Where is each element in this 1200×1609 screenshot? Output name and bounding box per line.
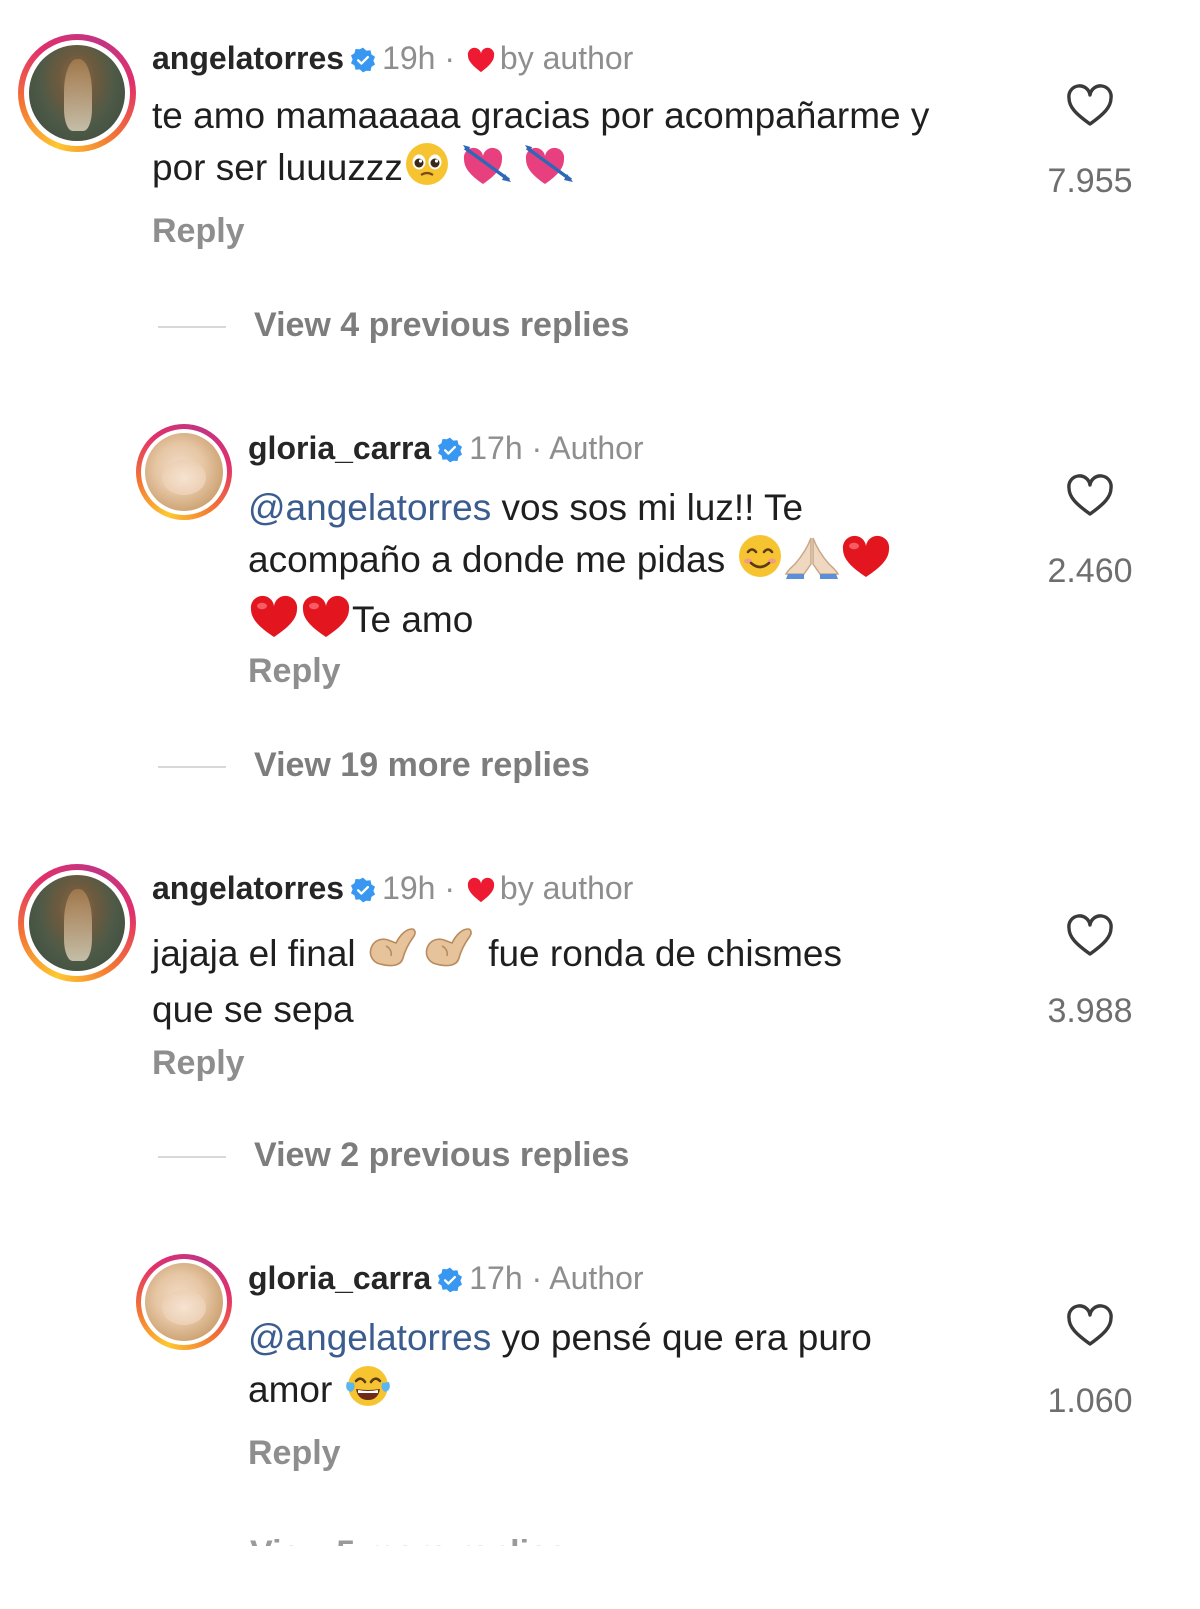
smiling-face-emoji <box>736 532 784 592</box>
liked-by-author-label: by author <box>499 40 634 76</box>
face-with-tears-of-joy-emoji <box>343 1362 393 1422</box>
pinching-hand-emoji <box>366 924 422 986</box>
liked-by-author-label: by author <box>499 870 634 906</box>
comment-text: @angelatorres vos sos mi luz!! Te acompa… <box>248 484 1008 652</box>
avatar[interactable] <box>18 864 136 982</box>
comment-text: te amo mamaaaaa gracias por acompañarme … <box>152 92 992 200</box>
heart-outline-icon[interactable] <box>1066 1304 1114 1348</box>
mention-link[interactable]: @angelatorres <box>248 1317 491 1358</box>
username[interactable]: gloria_carra <box>248 1260 431 1296</box>
username[interactable]: angelatorres <box>152 870 344 906</box>
view-replies-button[interactable]: View 4 previous replies <box>158 306 629 345</box>
reply-button[interactable]: Reply <box>248 652 341 691</box>
heart-with-arrow-emoji <box>461 140 513 200</box>
avatar[interactable] <box>136 424 232 520</box>
verified-badge-icon <box>438 437 463 463</box>
avatar[interactable] <box>18 34 136 152</box>
like-count: 7.955 <box>1047 162 1133 200</box>
pinching-hand-emoji <box>422 924 478 986</box>
like-button[interactable]: 1.060 <box>1030 1304 1150 1421</box>
folded-hands-emoji <box>784 532 840 592</box>
username[interactable]: gloria_carra <box>248 430 431 466</box>
heart-with-arrow-emoji <box>523 140 575 200</box>
comment-text: @angelatorres yo pensé que era puro amor <box>248 1314 1008 1422</box>
mention-link[interactable]: @angelatorres <box>248 487 491 528</box>
view-replies-button[interactable]: View 2 previous replies <box>158 1136 629 1175</box>
divider <box>158 1156 226 1159</box>
timestamp: 19h <box>382 40 436 76</box>
red-heart-icon <box>467 47 495 73</box>
username[interactable]: angelatorres <box>152 40 344 76</box>
separator: · <box>435 40 464 76</box>
red-heart-icon <box>467 877 495 903</box>
author-badge: Author <box>549 430 644 466</box>
like-count: 3.988 <box>1047 992 1133 1030</box>
verified-badge-icon <box>438 1267 463 1293</box>
heart-outline-icon[interactable] <box>1066 914 1114 958</box>
heart-outline-icon[interactable] <box>1066 474 1114 518</box>
separator: · <box>522 1260 550 1296</box>
pleading-face-emoji <box>403 140 451 200</box>
view-replies-button[interactable]: View 19 more replies <box>158 746 590 785</box>
separator: · <box>522 430 550 466</box>
author-badge: Author <box>549 1260 644 1296</box>
separator: · <box>435 870 464 906</box>
view-replies-button-cut-off[interactable]: View 5 more replies <box>250 1530 567 1546</box>
divider <box>158 766 226 769</box>
like-button[interactable]: 7.955 <box>1030 84 1150 201</box>
timestamp: 17h <box>469 1260 523 1296</box>
like-button[interactable]: 2.460 <box>1030 474 1150 591</box>
like-count: 2.460 <box>1047 552 1133 590</box>
like-count: 1.060 <box>1047 1382 1133 1420</box>
reply-button[interactable]: Reply <box>248 1434 341 1473</box>
divider <box>158 326 226 329</box>
red-heart-emoji <box>300 592 352 652</box>
reply-button[interactable]: Reply <box>152 212 245 251</box>
verified-badge-icon <box>351 877 376 903</box>
red-heart-emoji <box>840 532 892 592</box>
like-button[interactable]: 3.988 <box>1030 914 1150 1031</box>
timestamp: 17h <box>469 430 523 466</box>
comment-text: jajaja el final fue ronda de chismes que… <box>152 924 992 1034</box>
avatar[interactable] <box>136 1254 232 1350</box>
heart-outline-icon[interactable] <box>1066 84 1114 128</box>
red-heart-emoji <box>248 592 300 652</box>
verified-badge-icon <box>351 47 376 73</box>
timestamp: 19h <box>382 870 436 906</box>
reply-button[interactable]: Reply <box>152 1044 245 1083</box>
